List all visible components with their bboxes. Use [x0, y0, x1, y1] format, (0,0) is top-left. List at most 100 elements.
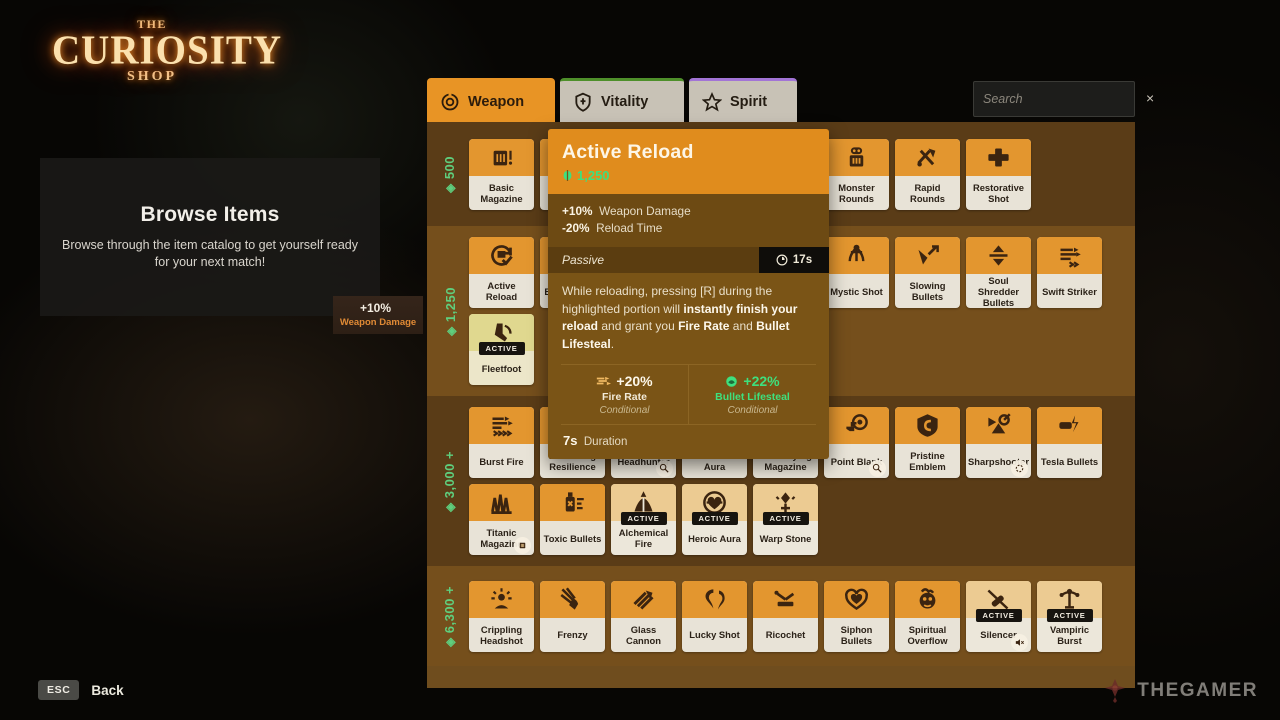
item-corner-icon — [514, 537, 531, 554]
item-art — [824, 581, 889, 618]
item-card[interactable]: Ricochet — [753, 581, 818, 652]
titanic-magazine-icon — [488, 489, 515, 516]
item-card[interactable]: ACTIVEFleetfoot — [469, 314, 534, 385]
frenzy-icon — [559, 586, 586, 613]
item-name: Crippling Headshot — [469, 618, 534, 652]
spiritual-overflow-icon — [914, 586, 941, 613]
active-badge: ACTIVE — [478, 342, 524, 355]
item-art — [966, 407, 1031, 444]
tooltip-cost: 1,250 — [562, 168, 815, 183]
tooltip-buff-name: Bullet Lifesteal — [693, 391, 812, 403]
item-art — [540, 581, 605, 618]
glass-cannon-icon — [630, 586, 657, 613]
item-name: Frenzy — [540, 618, 605, 652]
rapid-rounds-icon — [914, 144, 941, 171]
item-card[interactable]: Siphon Bullets — [824, 581, 889, 652]
tooltip-stats: +10% Weapon Damage-20% Reload Time — [548, 194, 829, 247]
item-name: Rapid Rounds — [895, 176, 960, 210]
item-name: Restorative Shot — [966, 176, 1031, 210]
tooltip-stat-line: +10% Weapon Damage — [562, 203, 815, 220]
item-card[interactable]: Swift Striker — [1037, 237, 1102, 308]
tab-spirit-label: Spirit — [730, 94, 767, 110]
tooltip-title: Active Reload — [562, 141, 815, 164]
item-card[interactable]: Spiritual Overflow — [895, 581, 960, 652]
item-name: Burst Fire — [469, 444, 534, 478]
item-card[interactable]: ACTIVEVampiric Burst — [1037, 581, 1102, 652]
item-corner-icon — [869, 460, 886, 477]
magazine-icon — [488, 144, 515, 171]
tooltip-buff: +20%Fire RateConditional — [561, 365, 688, 424]
mute-icon — [1014, 637, 1025, 648]
item-name: Glass Cannon — [611, 618, 676, 652]
item-card[interactable]: Burst Fire — [469, 407, 534, 478]
siphon-bullets-icon — [843, 586, 870, 613]
item-name: Active Reload — [469, 274, 534, 308]
tab-weapon[interactable]: Weapon — [427, 78, 555, 122]
mystic-shot-icon — [843, 242, 870, 269]
item-card[interactable]: ACTIVESilencer — [966, 581, 1031, 652]
item-card[interactable]: Pristine Emblem — [895, 407, 960, 478]
item-card[interactable]: Tesla Bullets — [1037, 407, 1102, 478]
item-card[interactable]: ACTIVEHeroic Aura — [682, 484, 747, 555]
item-card[interactable]: Basic Magazine — [469, 139, 534, 210]
tooltip-buff-value: +20% — [565, 373, 684, 389]
item-name: Alchemical Fire — [611, 521, 676, 555]
item-art — [966, 139, 1031, 176]
crippling-headshot-icon — [488, 586, 515, 613]
search-input[interactable] — [983, 92, 1146, 106]
item-card[interactable]: Lucky Shot — [682, 581, 747, 652]
item-card[interactable]: Crippling Headshot — [469, 581, 534, 652]
tooltip-buffs: +20%Fire RateConditional+22%Bullet Lifes… — [561, 364, 816, 424]
item-art — [469, 484, 534, 521]
item-art — [824, 237, 889, 274]
point-blank-icon — [843, 412, 870, 439]
tab-spirit[interactable]: Spirit — [689, 78, 797, 122]
item-card[interactable]: ACTIVEAlchemical Fire — [611, 484, 676, 555]
item-card[interactable]: Mystic Shot — [824, 237, 889, 308]
item-card[interactable]: Titanic Magazine — [469, 484, 534, 555]
item-card[interactable]: Toxic Bullets — [540, 484, 605, 555]
item-card[interactable]: Monster Rounds — [824, 139, 889, 210]
search-box[interactable]: × — [973, 81, 1135, 117]
item-art — [895, 139, 960, 176]
active-reload-icon — [488, 242, 515, 269]
tab-weapon-label: Weapon — [468, 94, 524, 110]
row-price-label: ◈ 6,300 + — [431, 566, 469, 666]
item-name: Mystic Shot — [824, 274, 889, 308]
weapon-icon — [440, 92, 460, 112]
item-art — [966, 237, 1031, 274]
item-card[interactable]: Soul Shredder Bullets — [966, 237, 1031, 308]
fire-rate-icon — [596, 375, 611, 387]
item-card[interactable]: Active Reload — [469, 237, 534, 308]
item-card[interactable]: Rapid Rounds — [895, 139, 960, 210]
tooltip-buff-conditional: Conditional — [565, 405, 684, 416]
item-name: Warp Stone — [753, 521, 818, 555]
item-card[interactable]: Sharpshooter — [966, 407, 1031, 478]
item-corner-icon — [1011, 634, 1028, 651]
watermark-text: THEGAMER — [1137, 680, 1258, 702]
row-price-label: ◈ 1,250 — [431, 226, 469, 396]
lifesteal-icon — [725, 375, 738, 388]
tab-vitality[interactable]: Vitality — [560, 78, 684, 122]
sharpshooter-icon — [985, 412, 1012, 439]
back-button[interactable]: ESC Back — [38, 680, 124, 700]
active-badge: ACTIVE — [691, 512, 737, 525]
item-name: Soul Shredder Bullets — [966, 274, 1031, 308]
clear-search-icon[interactable]: × — [1146, 92, 1154, 106]
item-name: Slowing Bullets — [895, 274, 960, 308]
row-price-label: ◈ 500 — [431, 122, 469, 226]
browse-items-panel: Browse Items Browse through the item cat… — [40, 158, 380, 316]
item-name: Fleetfoot — [469, 351, 534, 385]
item-card[interactable]: Restorative Shot — [966, 139, 1031, 210]
item-name: Ricochet — [753, 618, 818, 652]
item-card[interactable]: Slowing Bullets — [895, 237, 960, 308]
item-card[interactable]: Point Blank — [824, 407, 889, 478]
item-name: Toxic Bullets — [540, 521, 605, 555]
item-card[interactable]: Frenzy — [540, 581, 605, 652]
esc-key-badge: ESC — [38, 680, 79, 700]
item-name: Spiritual Overflow — [895, 618, 960, 652]
item-card[interactable]: Glass Cannon — [611, 581, 676, 652]
item-art — [682, 581, 747, 618]
item-card[interactable]: ACTIVEWarp Stone — [753, 484, 818, 555]
item-name: Monster Rounds — [824, 176, 889, 210]
